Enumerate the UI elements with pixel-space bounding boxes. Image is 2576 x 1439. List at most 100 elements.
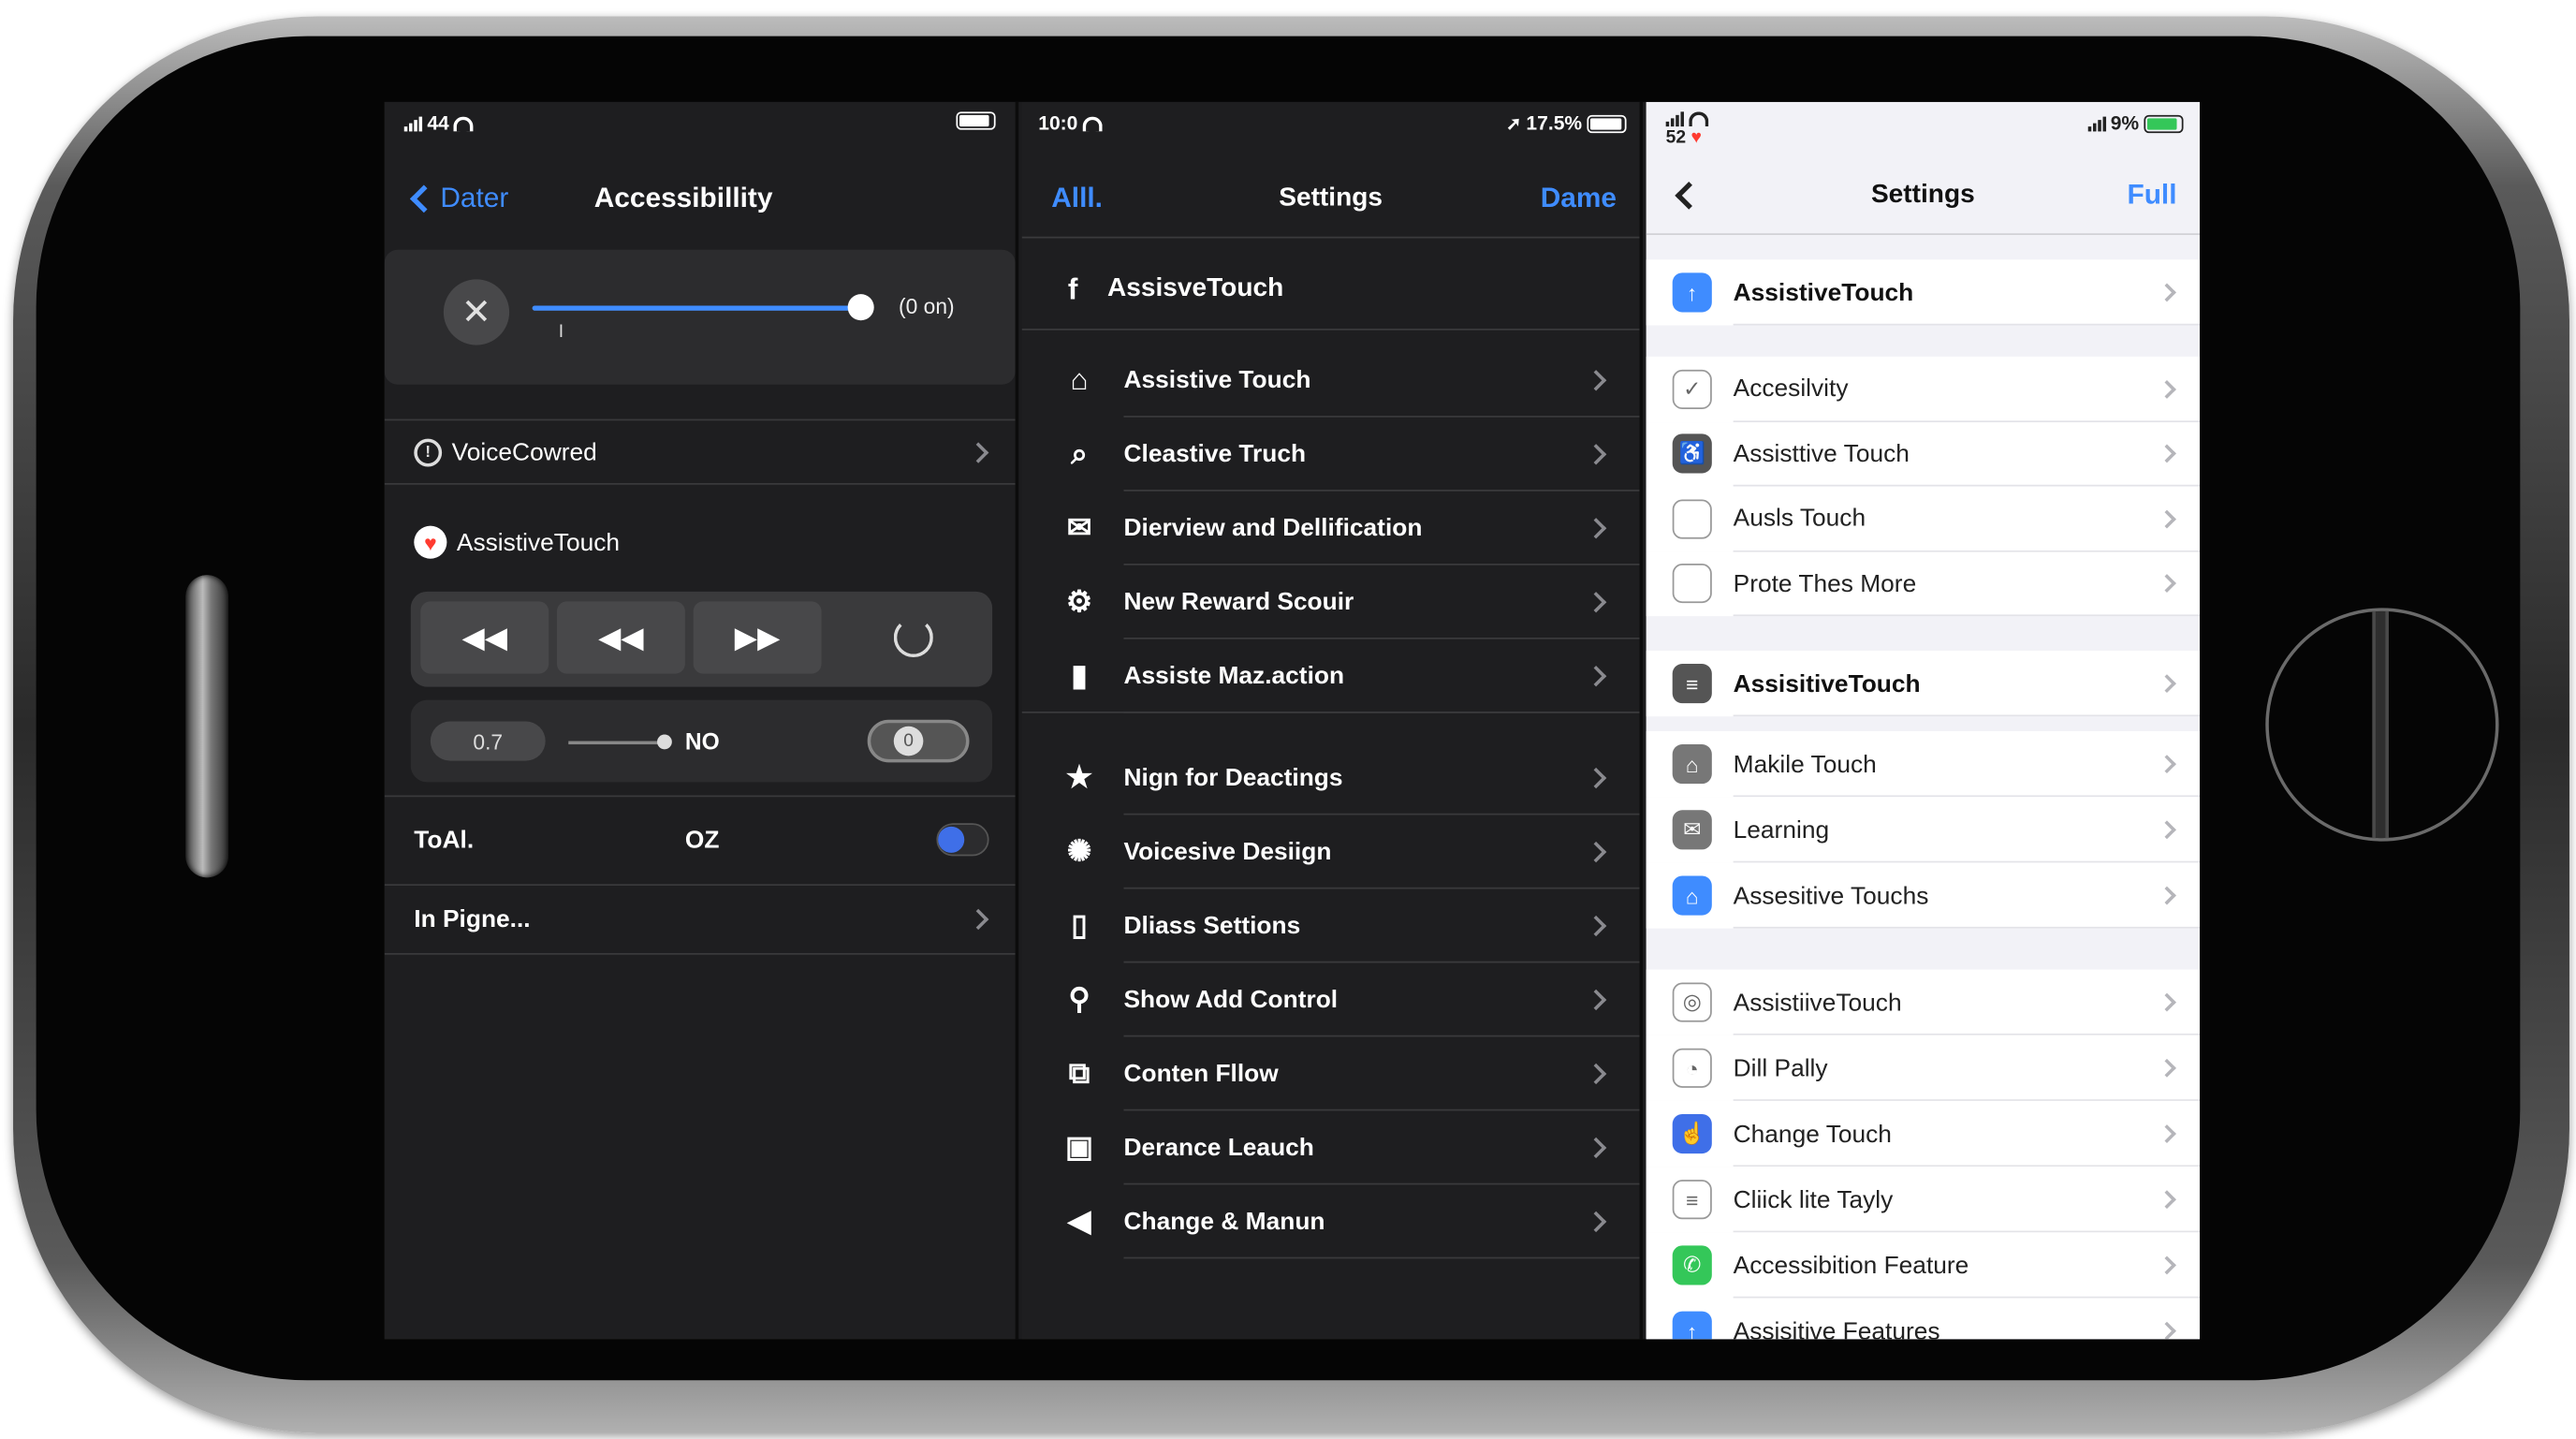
chevron-right-icon: [2158, 674, 2176, 694]
settings-row-label: Voicesive Desiign: [1123, 838, 1332, 866]
settings-row[interactable]: ⌂ Makile Touch: [1646, 731, 2201, 798]
stepper-value[interactable]: 0.7: [430, 721, 546, 761]
settings-row[interactable]: ↑ Assisitive Features: [1646, 1298, 2201, 1340]
chevron-right-icon: [2158, 1321, 2176, 1340]
slider-track[interactable]: [532, 294, 874, 321]
settings-row[interactable]: ✓ Accesilvity: [1646, 356, 2201, 422]
settings-row[interactable]: ≡ AssisitiveTouch: [1646, 651, 2201, 717]
settings-row[interactable]: ♿ Assisttive Touch: [1646, 421, 2201, 487]
settings-panel-light: 52 ♥ 9% Settings Full ↑ AssistiveTouch ✓…: [1646, 101, 2201, 1340]
back-skip-icon[interactable]: ◀◀: [556, 601, 685, 674]
device-icon: ▯: [1071, 908, 1088, 942]
chevron-right-icon: [967, 441, 989, 463]
settings-row[interactable]: ▣ Derance Leauch: [1022, 1110, 1640, 1184]
settings-row[interactable]: ≡ Cliick lite Tayly: [1646, 1167, 2201, 1233]
settings-row[interactable]: ✆ Accessibition Feature: [1646, 1232, 2201, 1299]
stepper-right-label: NO: [684, 727, 720, 755]
square-icon: [1672, 499, 1712, 539]
settings-row-label: AssistiveTouch: [1733, 278, 1914, 307]
toggle-knob: 0: [893, 726, 924, 756]
home-blue-icon: ⌂: [1672, 875, 1712, 916]
small-toggle[interactable]: [936, 823, 989, 857]
person-icon: ⚲: [1068, 982, 1090, 1016]
settings-row[interactable]: ◀ Change & Manun: [1022, 1184, 1640, 1258]
settings-row-label: Show Add Control: [1123, 986, 1339, 1014]
chevron-right-icon: [2158, 283, 2176, 302]
settings-row[interactable]: ☝ Change Touch: [1646, 1100, 2201, 1167]
settings-row[interactable]: ✉ Dierview and Dellification: [1022, 492, 1640, 565]
settings-row[interactable]: ⌂ Assistive Touch: [1022, 344, 1640, 418]
time-text: 10:0: [1038, 111, 1078, 135]
assistive-row-label: AssistiveTouch: [456, 528, 621, 557]
settings-row-label: Assisttive Touch: [1733, 439, 1910, 468]
settings-row-label: Assesitive Touchs: [1733, 881, 1929, 910]
info-icon: !: [414, 437, 443, 466]
rewind-icon[interactable]: ◀◀: [420, 601, 549, 674]
total-label: ToAl.: [414, 825, 475, 854]
settings-row[interactable]: ⌕ Cleastive Truch: [1022, 418, 1640, 492]
chevron-right-icon: [1585, 444, 1607, 465]
settings-row[interactable]: ◔ Dill Pally: [1646, 1035, 2201, 1101]
heart-icon: ♥: [1690, 127, 1702, 148]
chevron-right-icon: [2158, 1058, 2176, 1078]
settings-row-label: Assiste Maz.action: [1123, 662, 1345, 691]
settings-row-label: Change & Manun: [1123, 1208, 1325, 1236]
screen: 44 Dater Accessibillity ✕ I (0 on) ! Voi…: [384, 101, 2201, 1340]
done-link[interactable]: Dame: [1541, 183, 1617, 215]
settings-row[interactable]: ⌂ Assesitive Touchs: [1646, 862, 2201, 929]
settings-row[interactable]: ★ Nign for Deactings: [1022, 742, 1640, 815]
settings-row[interactable]: ▮ Assiste Maz.action: [1022, 639, 1640, 713]
fast-forward-icon[interactable]: ▶▶: [693, 601, 822, 674]
chevron-right-icon: [2158, 509, 2176, 529]
settings-row[interactable]: ⚙ New Reward Scouir: [1022, 565, 1640, 639]
chevron-right-icon: [2158, 1255, 2176, 1275]
settings-row[interactable]: ⧉ Conten Fllow: [1022, 1036, 1640, 1110]
chevron-right-icon: [1585, 592, 1607, 613]
settings-row[interactable]: Prote Thes More: [1646, 551, 2201, 617]
settings-row-label: Ausls Touch: [1733, 505, 1866, 534]
location-icon: ➚: [1505, 113, 1522, 135]
more-row-label: In Pigne...: [414, 904, 531, 933]
chevron-right-icon: [1585, 1137, 1607, 1159]
settings-row[interactable]: ◎ AssistiiveTouch: [1646, 969, 2201, 1035]
settings-row-label: Accesilvity: [1733, 374, 1849, 404]
toggle-switch[interactable]: 0: [867, 719, 970, 763]
touch-icon: ☝: [1672, 1113, 1712, 1154]
megaphone-icon: ◀: [1067, 1204, 1091, 1238]
chevron-right-icon: [1585, 1063, 1607, 1085]
settings-row-label: Dierview and Dellification: [1123, 514, 1423, 543]
settings-row-label: Dliass Settions: [1123, 912, 1301, 940]
close-icon[interactable]: ✕: [443, 279, 510, 345]
battery-icon: [956, 111, 996, 130]
circle-icon: ◎: [1672, 982, 1712, 1022]
chevron-right-icon: [1585, 915, 1607, 937]
refresh-icon[interactable]: [893, 617, 933, 658]
status-bar-left: 52 ♥: [1665, 110, 1709, 148]
slider-thumb[interactable]: [847, 294, 874, 321]
window-icon: ▣: [1065, 1130, 1094, 1164]
voice-row[interactable]: ! VoiceCowred: [385, 420, 1016, 483]
settings-row[interactable]: ⚲ Show Add Control: [1022, 962, 1640, 1036]
assistive-header-row[interactable]: f AssisveTouch: [1022, 250, 1640, 329]
settings-row[interactable]: ▯ Dliass Settions: [1022, 889, 1640, 963]
media-controls: ◀◀ ◀◀ ▶▶: [410, 591, 993, 687]
settings-row[interactable]: Ausls Touch: [1646, 486, 2201, 551]
chevron-right-icon: [1585, 666, 1607, 687]
side-button: [185, 575, 228, 878]
settings-row-label: Cliick lite Tayly: [1733, 1185, 1894, 1214]
settings-row-label: Conten Fllow: [1123, 1060, 1279, 1088]
mini-slider-thumb[interactable]: [657, 734, 672, 750]
chevron-right-icon: [1585, 518, 1607, 539]
home-icon: ⌂: [1070, 362, 1089, 396]
settings-row[interactable]: ✺ Voicesive Desiign: [1022, 815, 1640, 889]
phone-green-icon: ✆: [1672, 1245, 1712, 1285]
full-link[interactable]: Full: [2127, 179, 2176, 212]
more-row[interactable]: In Pigne...: [385, 886, 1016, 951]
settings-row[interactable]: ✉ Learning: [1646, 797, 2201, 863]
mini-slider[interactable]: [568, 741, 667, 745]
settings-row-label: Prote Thes More: [1733, 569, 1917, 598]
assistive-row: ♥ AssistiveTouch: [414, 522, 620, 562]
chevron-right-icon: [2158, 755, 2176, 774]
settings-row[interactable]: ↑ AssistiveTouch: [1646, 259, 2201, 326]
battery-icon: [2144, 113, 2184, 133]
